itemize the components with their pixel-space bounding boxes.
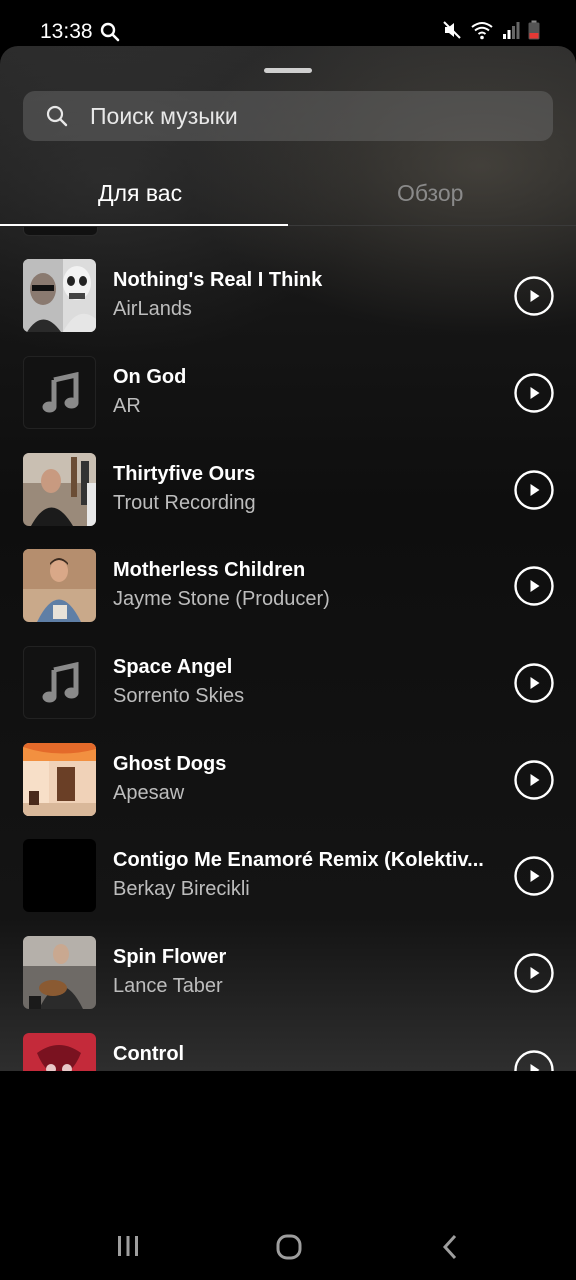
track-row[interactable]: Space Angel Sorrento Skies bbox=[0, 646, 576, 720]
track-title: Ghost Dogs bbox=[113, 753, 227, 775]
track-row[interactable]: Spin Flower Lance Taber bbox=[0, 936, 576, 1010]
play-icon[interactable] bbox=[514, 663, 554, 703]
tab-browse[interactable]: Обзор bbox=[397, 180, 463, 207]
track-artist: Jayme Stone (Producer) bbox=[113, 588, 330, 610]
home-icon[interactable] bbox=[276, 1234, 302, 1260]
play-icon[interactable] bbox=[514, 470, 554, 510]
track-artwork bbox=[23, 646, 96, 719]
status-time: 13:38 bbox=[40, 20, 93, 43]
track-row[interactable]: On God AR bbox=[0, 356, 576, 430]
artwork-studio-photo bbox=[23, 453, 96, 526]
track-title: Nothing's Real I Think bbox=[113, 269, 323, 291]
play-icon[interactable] bbox=[514, 566, 554, 606]
track-title: Contigo Me Enamoré Remix (Kolektiv... bbox=[113, 849, 484, 871]
artwork-skull-photo bbox=[23, 259, 96, 332]
track-row[interactable]: Control bbox=[0, 1033, 576, 1071]
back-icon[interactable] bbox=[441, 1234, 459, 1260]
signal-icon bbox=[503, 22, 520, 39]
search-icon bbox=[46, 105, 68, 127]
track-artwork bbox=[23, 356, 96, 429]
status-icons bbox=[442, 20, 540, 40]
track-row[interactable]: Thirtyfive Ours Trout Recording bbox=[0, 453, 576, 527]
track-artist: Apesaw bbox=[113, 782, 185, 804]
artwork-red-illustration bbox=[23, 1033, 96, 1071]
music-note-icon bbox=[42, 372, 79, 413]
track-artist: Trout Recording bbox=[113, 492, 256, 514]
track-artwork bbox=[23, 259, 96, 332]
wifi-icon bbox=[471, 22, 493, 40]
track-artist: Lance Taber bbox=[113, 975, 223, 997]
play-icon[interactable] bbox=[514, 856, 554, 896]
track-artwork bbox=[23, 1033, 96, 1071]
track-artist: AR bbox=[113, 395, 141, 417]
play-icon[interactable] bbox=[514, 953, 554, 993]
play-icon[interactable] bbox=[514, 373, 554, 413]
track-artwork bbox=[23, 549, 96, 622]
play-icon[interactable] bbox=[514, 760, 554, 800]
track-title: Space Angel bbox=[113, 656, 233, 678]
artwork-room-photo bbox=[23, 743, 96, 816]
sheet-drag-handle[interactable] bbox=[264, 68, 312, 73]
music-sheet: Поиск музыки Для вас Обзор Nothing's Rea… bbox=[0, 46, 576, 1071]
search-placeholder: Поиск музыки bbox=[90, 103, 238, 129]
track-row[interactable]: Ghost Dogs Apesaw bbox=[0, 743, 576, 817]
track-title: Control bbox=[113, 1043, 185, 1065]
track-artist: AirLands bbox=[113, 298, 192, 320]
track-artist: Sorrento Skies bbox=[113, 685, 245, 707]
track-artwork bbox=[23, 453, 96, 526]
track-row[interactable]: Nothing's Real I Think AirLands bbox=[0, 259, 576, 333]
track-title: Thirtyfive Ours bbox=[113, 463, 256, 485]
search-icon bbox=[100, 22, 120, 42]
artwork-portrait-photo bbox=[23, 549, 96, 622]
track-row[interactable]: Contigo Me Enamoré Remix (Kolektiv... Be… bbox=[0, 839, 576, 913]
track-artwork bbox=[23, 839, 96, 912]
battery-icon bbox=[528, 20, 540, 40]
music-search-input[interactable]: Поиск музыки bbox=[23, 91, 553, 141]
track-artist: Berkay Birecikli bbox=[113, 878, 250, 900]
track-artwork bbox=[23, 743, 96, 816]
recent-apps-icon[interactable] bbox=[117, 1235, 139, 1257]
track-artwork bbox=[23, 936, 96, 1009]
play-icon[interactable] bbox=[514, 276, 554, 316]
system-navigation-bar bbox=[0, 1071, 576, 1280]
previous-track-artwork bbox=[23, 227, 98, 236]
tab-for-you[interactable]: Для вас bbox=[98, 180, 182, 207]
track-title: Motherless Children bbox=[113, 559, 306, 581]
play-icon[interactable] bbox=[514, 1050, 554, 1071]
artwork-guitarist-photo bbox=[23, 936, 96, 1009]
active-tab-indicator bbox=[0, 224, 288, 226]
track-title: On God bbox=[113, 366, 187, 388]
mute-icon bbox=[443, 21, 461, 39]
track-row[interactable]: Motherless Children Jayme Stone (Produce… bbox=[0, 549, 576, 623]
music-note-icon bbox=[42, 662, 79, 703]
track-title: Spin Flower bbox=[113, 946, 227, 968]
